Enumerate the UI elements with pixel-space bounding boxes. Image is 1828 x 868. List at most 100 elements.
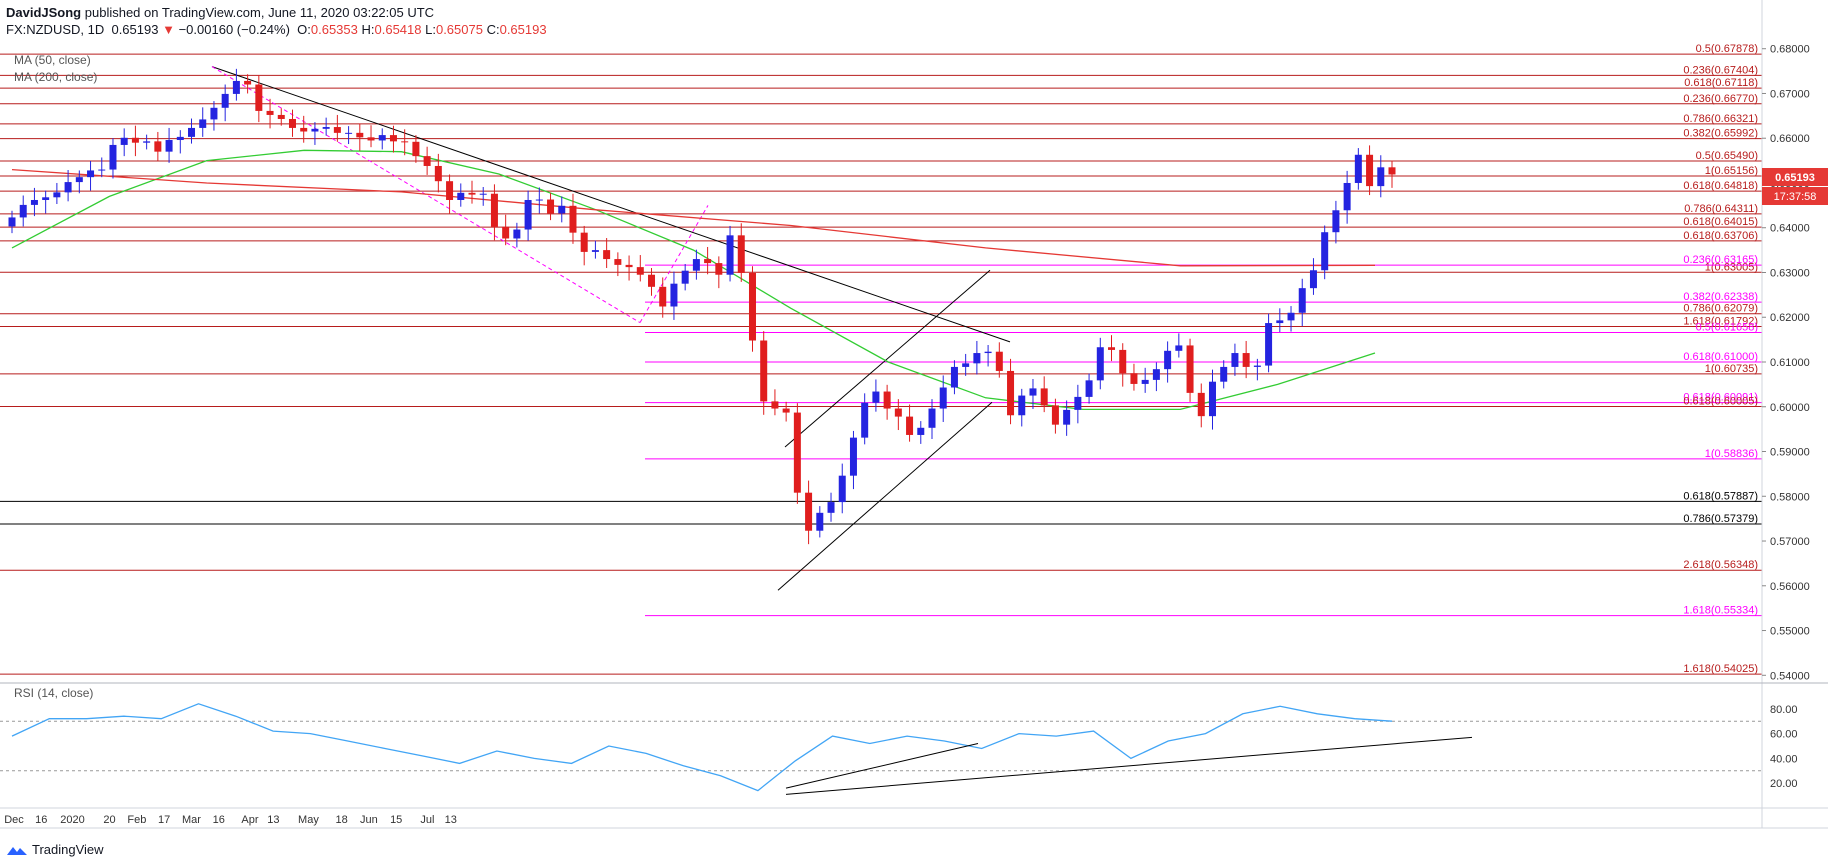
candle-body <box>367 137 375 141</box>
price-chart[interactable]: 0.5(0.67878) 0.236(0.67404)0.618(0.67118)… <box>0 0 1828 868</box>
candle-body <box>849 437 857 476</box>
candle-body <box>1298 288 1306 313</box>
candle-body <box>434 165 442 182</box>
candle-body <box>244 80 252 85</box>
candle-body <box>378 135 386 141</box>
rsi-legend[interactable]: RSI (14, close) <box>14 686 93 700</box>
y-tick-label: 0.66000 <box>1770 133 1810 145</box>
candle-body <box>1265 323 1273 366</box>
countdown-tag-text: 17:37:58 <box>1774 191 1817 203</box>
candle-body <box>782 408 790 413</box>
candle-body <box>614 259 622 265</box>
candle-body <box>1074 396 1082 410</box>
candle-body <box>188 127 196 137</box>
candle-body <box>288 118 296 128</box>
candle-body <box>120 137 128 145</box>
candle-body <box>143 141 151 143</box>
x-tick-label: Dec <box>4 814 24 826</box>
candle-body <box>1343 182 1351 211</box>
candle-body <box>30 199 38 205</box>
y-tick-label: 0.63000 <box>1770 267 1810 279</box>
candle-body <box>42 197 50 200</box>
candle-body <box>1354 154 1362 183</box>
candle-body <box>423 156 431 166</box>
candle-body <box>255 84 263 111</box>
fibonacci-levels: 0.5(0.67878) 0.236(0.67404)0.618(0.67118)… <box>0 43 1762 675</box>
x-tick-label: 13 <box>267 814 279 826</box>
x-tick-label: Feb <box>127 814 146 826</box>
tradingview-brand[interactable]: TradingView <box>32 842 104 857</box>
fib-level-label: 0.5(0.67878) <box>1696 43 1758 55</box>
candle-body <box>917 427 925 435</box>
last-price-tag-text: 0.65193 <box>1775 172 1815 184</box>
candle-body <box>131 137 139 143</box>
candle-body <box>1186 345 1194 393</box>
candle-body <box>1085 380 1093 397</box>
y-tick-label: 0.55000 <box>1770 626 1810 638</box>
candle-body <box>1220 366 1228 382</box>
candle-body <box>1130 373 1138 384</box>
y-tick-label: 0.67000 <box>1770 88 1810 100</box>
ma200-line <box>11 168 1376 267</box>
x-tick-label: 20 <box>103 814 115 826</box>
ma50-legend[interactable]: MA (50, close) <box>14 53 91 67</box>
candle-body <box>1152 369 1160 380</box>
candle-body <box>894 408 902 417</box>
candle-body <box>165 140 173 152</box>
y-tick-label: 0.68000 <box>1770 44 1810 56</box>
candle-body <box>87 170 95 178</box>
candle-body <box>928 408 936 428</box>
candle-body <box>1242 353 1250 367</box>
candle-body <box>805 492 813 531</box>
candle-body <box>670 283 678 307</box>
fib-level-label: 0.236(0.66770) <box>1683 93 1758 105</box>
candle-body <box>816 512 824 531</box>
candle-body <box>726 235 734 275</box>
candle-body <box>53 192 61 198</box>
candle-body <box>1309 270 1317 289</box>
candle-body <box>793 412 801 493</box>
candle-body <box>1388 167 1396 175</box>
candle-body <box>232 80 240 94</box>
candle-body <box>412 141 420 157</box>
candle-body <box>19 204 27 218</box>
candle-body <box>648 274 656 287</box>
candle-body <box>547 199 555 214</box>
candle-body <box>322 127 330 129</box>
candle-body <box>524 199 532 230</box>
fib-level-label: 0.786(0.57379) <box>1683 513 1758 525</box>
candle-body <box>311 128 319 132</box>
candle-body <box>1063 409 1071 425</box>
fib-level-label: 0.5(0.65490) <box>1696 150 1758 162</box>
candle-body <box>771 401 779 409</box>
candle-body <box>1208 381 1216 417</box>
candle-body <box>760 340 768 402</box>
rsi-tick-label: 80.00 <box>1770 704 1798 716</box>
fib-level-label: 0.786(0.62079) <box>1683 303 1758 315</box>
y-tick-label: 0.60000 <box>1770 402 1810 414</box>
fib-level-label: 0.786(0.66321) <box>1683 113 1758 125</box>
candle-body <box>1366 154 1374 187</box>
candle-body <box>1377 167 1385 187</box>
candle-body <box>984 351 992 354</box>
y-tick-label: 0.59000 <box>1770 447 1810 459</box>
y-tick-label: 0.57000 <box>1770 536 1810 548</box>
candle-body <box>659 286 667 307</box>
x-tick-label: Jul <box>420 814 434 826</box>
fib-level-label: 0.618(0.67118) <box>1684 77 1758 89</box>
downtrend-line <box>211 66 1011 343</box>
x-tick-label: 17 <box>158 814 170 826</box>
candle-body <box>154 141 162 152</box>
candle-body <box>939 387 947 409</box>
x-tick-label: 2020 <box>60 814 84 826</box>
y-tick-label: 0.62000 <box>1770 312 1810 324</box>
candle-body <box>1051 405 1059 425</box>
channel-upper-line <box>784 269 991 448</box>
moving-averages <box>11 149 1376 411</box>
candle-body <box>1119 349 1127 374</box>
ma200-legend[interactable]: MA (200, close) <box>14 70 97 84</box>
candle-body <box>277 114 285 119</box>
candle-body <box>591 250 599 252</box>
rsi-tick-label: 60.00 <box>1770 729 1798 741</box>
candle-body <box>1276 320 1284 324</box>
